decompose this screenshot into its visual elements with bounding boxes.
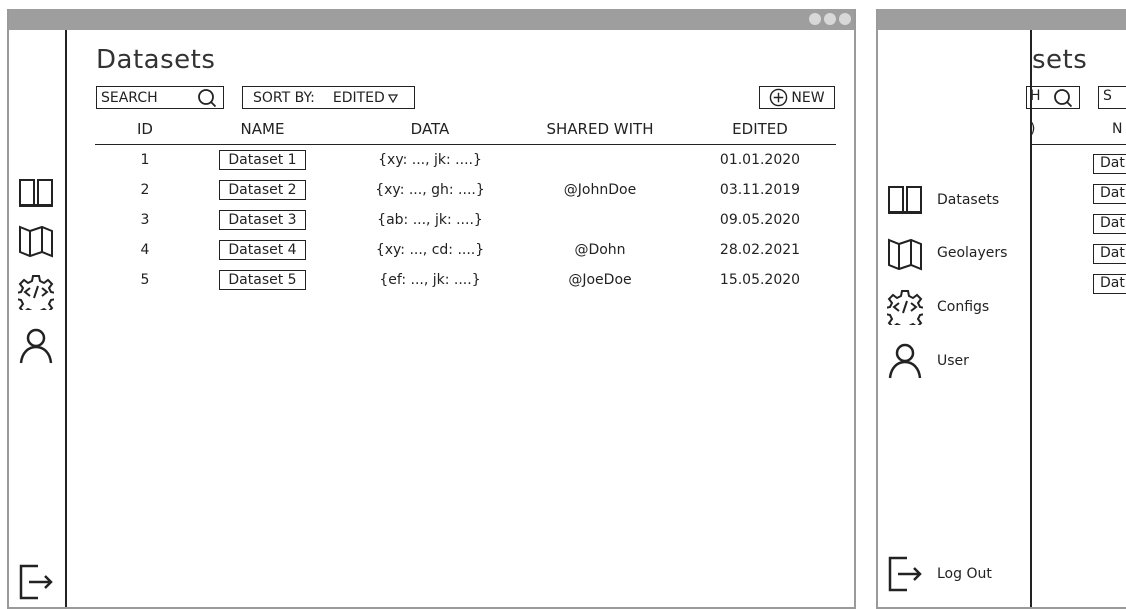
table-row[interactable]: 4 Dataset 4 {xy: ..., cd: ....} @Dohn 28… — [95, 240, 836, 264]
row-shared-with: @JoeDoe — [568, 272, 632, 288]
dataset-name-button[interactable]: Dataset 2 — [219, 180, 306, 200]
book-icon — [888, 186, 922, 214]
map-icon — [888, 238, 922, 271]
dataset-name-button[interactable]: Dat — [1093, 214, 1126, 234]
dataset-name-button[interactable]: Dataset 4 — [219, 240, 306, 260]
search-input-fragment[interactable]: H — [1026, 86, 1080, 109]
window-titlebar — [9, 9, 854, 30]
nav-item-geolayers[interactable]: Geolayers — [887, 233, 1007, 273]
sort-dropdown[interactable]: SORT BY: EDITED — [242, 86, 415, 109]
logout-label: Log Out — [937, 566, 992, 582]
row-shared-with: @Dohn — [574, 242, 626, 258]
row-fragment-text: Dat — [1100, 275, 1125, 291]
row-fragment-text: Dat — [1100, 185, 1125, 201]
window-dot-1[interactable] — [809, 13, 821, 25]
table-header-rule — [1030, 144, 1126, 145]
dataset-name-button[interactable]: Dataset 1 — [219, 150, 306, 170]
row-edited: 28.02.2021 — [719, 242, 801, 258]
row-shared-with: @JohnDoe — [563, 182, 637, 198]
datasets-window-expanded: Datasets Geolayers Configs User Log Out … — [876, 9, 1126, 609]
dataset-name-button[interactable]: Dat — [1093, 274, 1126, 294]
row-id: 2 — [140, 182, 150, 198]
row-data: {xy: ..., gh: ....} — [375, 182, 485, 198]
logout-icon[interactable] — [18, 564, 54, 600]
sidebar-expanded: Datasets Geolayers Configs User Log Out — [878, 30, 1032, 607]
table-row[interactable]: 1 Dataset 1 {xy: ..., jk: ....} 01.01.20… — [95, 150, 836, 174]
sort-label: SORT BY: — [253, 89, 315, 106]
row-data: {ab: ..., jk: ....} — [377, 212, 483, 228]
row-fragment-text: Dat — [1100, 245, 1125, 261]
row-edited: 01.01.2020 — [719, 152, 801, 168]
new-button-label: NEW — [791, 89, 825, 106]
row-id: 5 — [140, 272, 150, 288]
column-header-edited[interactable]: EDITED — [690, 120, 830, 138]
plus-circle-icon — [770, 88, 788, 107]
dataset-name-button[interactable]: Dat — [1093, 154, 1126, 174]
window-dot-2[interactable] — [824, 13, 836, 25]
user-icon[interactable] — [18, 328, 54, 364]
book-icon[interactable] — [18, 175, 54, 211]
row-id: 1 — [140, 152, 150, 168]
column-header-data[interactable]: DATA — [340, 120, 520, 138]
nav-item-user[interactable]: User — [887, 341, 969, 381]
sort-dropdown-fragment[interactable]: S — [1098, 86, 1126, 109]
nav-item-label: User — [937, 353, 969, 369]
row-edited: 03.11.2019 — [719, 182, 801, 198]
row-data: {xy: ..., jk: ....} — [378, 152, 482, 168]
column-header-name-fragment: N — [1112, 121, 1123, 137]
row-edited: 09.05.2020 — [719, 212, 801, 228]
row-id: 4 — [140, 242, 150, 258]
page-title-fragment: sets — [1032, 45, 1088, 75]
map-icon[interactable] — [18, 222, 54, 258]
main-content: Datasets SEARCH SORT BY: EDITED NEW ID N… — [67, 30, 854, 607]
search-placeholder: SEARCH — [101, 89, 158, 106]
sort-value: EDITED — [332, 89, 385, 106]
new-button[interactable]: NEW — [759, 86, 835, 109]
row-data: {xy: ..., cd: ....} — [375, 242, 485, 258]
table-row[interactable]: 3 Dataset 3 {ab: ..., jk: ....} 09.05.20… — [95, 210, 836, 234]
triangle-down-icon — [387, 93, 398, 103]
nav-item-label: Geolayers — [937, 245, 1008, 261]
sort-fragment-text: S — [1103, 88, 1112, 104]
row-fragment-text: Dat — [1100, 215, 1125, 231]
page-title: Datasets — [96, 45, 216, 75]
table-row[interactable]: 5 Dataset 5 {ef: ..., jk: ....} @JoeDoe … — [95, 270, 836, 294]
dataset-name-button[interactable]: Dat — [1093, 184, 1126, 204]
nav-item-label: Datasets — [937, 192, 1000, 208]
datasets-window: Datasets SEARCH SORT BY: EDITED NEW ID N… — [7, 9, 856, 609]
logout-button[interactable]: Log Out — [887, 554, 992, 594]
table-header: ID NAME DATA SHARED WITH EDITED — [95, 120, 836, 145]
row-fragment-text: Dat — [1100, 155, 1125, 171]
code-gear-icon[interactable] — [18, 274, 54, 310]
row-edited: 15.05.2020 — [719, 272, 801, 288]
search-icon[interactable] — [197, 88, 217, 108]
search-icon — [1054, 89, 1073, 108]
column-header-name[interactable]: NAME — [195, 120, 330, 138]
nav-item-datasets[interactable]: Datasets — [887, 180, 999, 220]
row-data: {ef: ..., jk: ....} — [379, 272, 481, 288]
code-gear-icon — [887, 290, 923, 325]
sidebar-collapsed — [9, 30, 67, 607]
column-header-shared-with[interactable]: SHARED WITH — [515, 120, 685, 138]
window-controls — [809, 13, 851, 25]
user-icon — [888, 343, 922, 379]
nav-item-label: Configs — [937, 299, 990, 315]
dataset-name-button[interactable]: Dataset 5 — [219, 270, 306, 290]
dataset-name-button[interactable]: Dat — [1093, 244, 1126, 264]
logout-icon — [888, 556, 922, 592]
table-row[interactable]: 2 Dataset 2 {xy: ..., gh: ....} @JohnDoe… — [95, 180, 836, 204]
column-header-id[interactable]: ID — [115, 120, 175, 138]
search-fragment-text: H — [1030, 88, 1041, 104]
column-header-id-fragment: ) — [1030, 121, 1036, 137]
window-titlebar — [878, 9, 1126, 30]
dataset-name-button[interactable]: Dataset 3 — [219, 210, 306, 230]
nav-item-configs[interactable]: Configs — [887, 287, 989, 327]
window-dot-3[interactable] — [839, 13, 851, 25]
row-id: 3 — [140, 212, 150, 228]
search-input[interactable]: SEARCH — [96, 86, 224, 109]
